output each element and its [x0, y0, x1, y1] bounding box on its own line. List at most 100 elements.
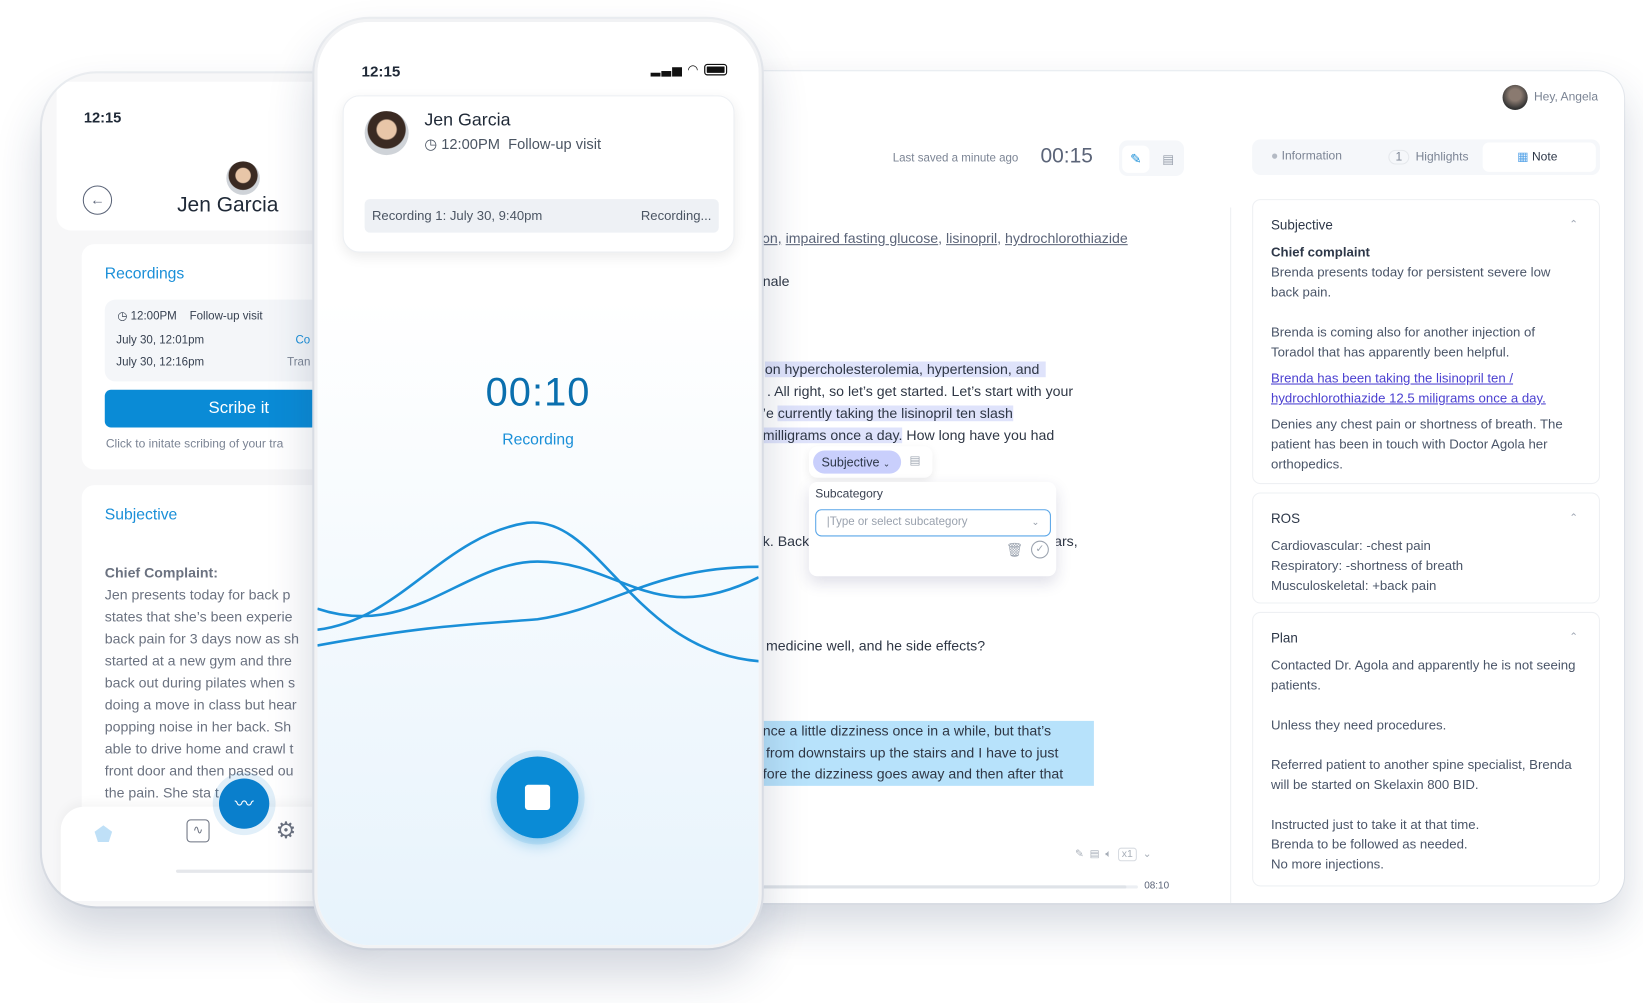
desktop-dashboard: Hey, Angela Last saved a minute ago 00:1…	[733, 71, 1625, 904]
note-paragraph: Denies any chest pain or shortness of br…	[1270, 417, 1563, 472]
trash-icon[interactable]: 🗑︎	[1006, 542, 1023, 559]
recording-row[interactable]: July 30, 12:16pm	[116, 356, 204, 369]
chief-complaint-line: front door and then passed ou	[104, 762, 294, 779]
user-avatar[interactable]	[1502, 84, 1528, 111]
speed-select[interactable]: x1	[1117, 847, 1137, 862]
ros-line: Respiratory: -shortness of breath	[1270, 558, 1464, 574]
tag-toolbar: Subjective ⌄ ▤	[808, 446, 933, 478]
highlight-count-badge: 1	[1388, 149, 1410, 165]
keyword-link[interactable]: hydrochlorothiazide	[1005, 231, 1128, 247]
chief-complaint-line: back out during pilates when s	[104, 674, 296, 691]
section-title: ROS	[1270, 510, 1301, 526]
signal-icon: ▂▃▅	[650, 61, 683, 77]
transcript-line: milligrams once a day. How long have you…	[762, 427, 1055, 444]
back-arrow-icon[interactable]: ←	[82, 185, 113, 215]
recording-status: Co	[295, 334, 311, 347]
playback-progress-fill	[762, 885, 1127, 889]
chevron-up-icon[interactable]: ⌃	[1569, 628, 1578, 648]
chief-complaint-line: started at a new gym and thre	[104, 652, 292, 669]
playback-progress[interactable]	[762, 885, 1138, 889]
check-icon[interactable]: ✓	[1031, 540, 1049, 559]
clock-icon: ◷	[424, 135, 438, 152]
document-icon[interactable]: ▤	[1156, 146, 1181, 173]
chevron-up-icon[interactable]: ⌃	[1569, 215, 1578, 235]
home-icon[interactable]: ⬟	[94, 821, 112, 847]
transcript-line: nce a little dizziness once in a while, …	[762, 722, 1052, 739]
visit-info: ◷ 12:00PM Follow-up visit	[117, 310, 263, 323]
chief-complaint-line: popping noise in her back. Sh	[104, 718, 292, 735]
ros-line: Cardiovascular: -chest pain	[1270, 538, 1431, 554]
category-select[interactable]: Subjective ⌄	[813, 450, 902, 474]
stop-icon	[524, 784, 551, 810]
chief-complaint-line: doing a move in class but hear	[104, 696, 297, 713]
chief-complaint-line: able to drive home and crawl t	[104, 740, 294, 757]
record-waveform-button[interactable]: 〰	[218, 778, 270, 829]
playback-time: 08:10	[1144, 880, 1170, 892]
patient-avatar	[364, 111, 409, 156]
section-title: Plan	[1270, 629, 1298, 646]
transcript-highlight[interactable]: milligrams once a day.	[762, 427, 902, 444]
pencil-icon[interactable]: ✎	[1075, 849, 1084, 861]
keyword-link[interactable]: lisinopril	[946, 231, 997, 247]
chief-complaint-line: states that she’s been experie	[104, 608, 293, 625]
stop-recording-button[interactable]	[496, 756, 579, 839]
session-timer: 00:15	[1040, 144, 1093, 168]
subjective-title: Subjective	[104, 506, 178, 524]
pencil-icon[interactable]: ✎	[1122, 145, 1150, 173]
keyword-link[interactable]: ɔn,	[763, 231, 782, 247]
editor-mode-toggle: ✎ ▤	[1119, 140, 1185, 177]
patient-name: Jen Garcia	[424, 110, 511, 130]
transcript-line: nale	[762, 273, 790, 290]
transcript-highlight[interactable]: on hypercholesterolemia, hypertension, a…	[764, 361, 1046, 378]
wave-line	[317, 521, 759, 663]
transcript-line: ars,	[1054, 533, 1078, 550]
keyword-list: ɔn, impaired fasting glucose, lisinopril…	[762, 230, 1128, 247]
note-section-plan: Plan ⌃ Contacted Dr. Agola and apparentl…	[1252, 611, 1600, 887]
ros-line: Musculoskeletal: +back pain	[1270, 578, 1437, 594]
info-icon: ●	[1270, 149, 1279, 163]
document-icon[interactable]: ▤	[1090, 849, 1100, 861]
chief-complaint-line: the pain. She sta t the p	[104, 784, 255, 801]
transcript-highlight[interactable]: currently taking the lisinopril ten slas…	[777, 405, 1013, 422]
clock-icon: ◷	[117, 310, 128, 323]
transcript-line: k. Back	[762, 533, 810, 550]
linked-highlight[interactable]: Brenda has been taking the lisinopril te…	[1271, 369, 1581, 409]
scribe-hint: Click to initate scribing of your tra	[105, 437, 284, 451]
note-paragraph: Referred patient to another spine specia…	[1270, 757, 1572, 793]
wave-line	[317, 560, 759, 618]
subcategory-label: Subcategory	[815, 488, 883, 501]
chevron-up-icon[interactable]: ⌃	[1569, 508, 1578, 528]
status-time: 12:15	[361, 63, 401, 81]
waveform-icon: 〰	[234, 793, 254, 815]
subcategory-input[interactable]: |Type or select subcategory ⌄	[815, 509, 1051, 537]
volume-icon[interactable]: 🔈︎	[1105, 849, 1111, 861]
recording-state: Recording	[502, 430, 574, 449]
patient-card: Jen Garcia ◷ 12:00PM Follow-up visit Rec…	[342, 95, 735, 253]
chevron-down-icon: ⌄	[883, 458, 891, 469]
keyword-link[interactable]: impaired fasting glucose	[786, 231, 939, 247]
settings-gear-icon[interactable]: ⚙	[276, 817, 297, 844]
note-paragraph: Brenda to be followed as needed.	[1270, 837, 1468, 852]
chevron-down-icon[interactable]: ⌄	[1143, 849, 1152, 861]
note-paragraph: Brenda presents today for persistent sev…	[1270, 265, 1551, 300]
recording-timer: 00:10	[485, 370, 591, 415]
note-icon: ▦	[1517, 150, 1529, 164]
player-controls: ✎ ▤ 🔈︎ x1 ⌄	[1075, 847, 1152, 862]
chart-icon[interactable]: ∿	[186, 819, 210, 843]
note-paragraph: Contacted Dr. Agola and apparently he is…	[1270, 658, 1576, 693]
tab-note[interactable]: ▦ Note	[1482, 142, 1596, 172]
wave-line	[317, 565, 759, 647]
transcript-line: . All right, so let’s get started. Let’s…	[766, 383, 1074, 400]
transcript-line: ’e currently taking the lisinopril ten s…	[762, 405, 1013, 422]
save-icon[interactable]: ▤	[909, 454, 920, 468]
visit-info: ◷ 12:00PM Follow-up visit	[424, 135, 602, 152]
recording-status: Tran	[287, 356, 311, 369]
note-tabs: ● Information 1 Highlights ▦ Note	[1252, 139, 1600, 175]
chevron-down-icon: ⌄	[1031, 516, 1040, 528]
patient-name: Jen Garcia	[177, 193, 279, 217]
tab-highlights[interactable]: 1 Highlights	[1388, 149, 1468, 165]
divider	[1230, 207, 1232, 904]
recording-row[interactable]: July 30, 12:01pm	[116, 334, 204, 347]
middle-phone: 12:15 ▂▃▅ ◠ Jen Garcia ◷ 12:00PM Follow-…	[314, 18, 762, 949]
tab-information[interactable]: ● Information	[1271, 150, 1342, 163]
